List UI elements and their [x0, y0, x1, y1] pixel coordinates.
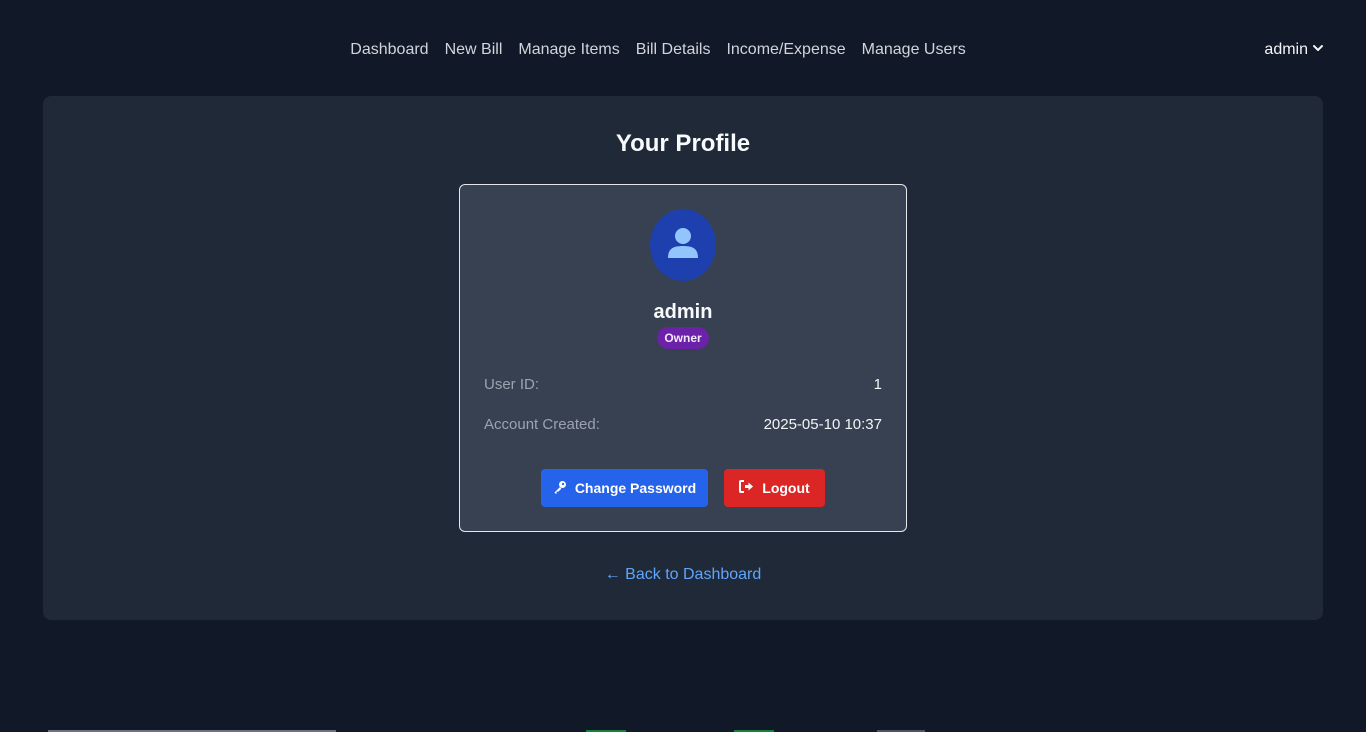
nav-link-dashboard[interactable]: Dashboard [350, 40, 428, 60]
info-label: Account Created: [484, 416, 600, 433]
user-menu-label: admin [1264, 41, 1308, 58]
change-password-button[interactable]: Change Password [541, 469, 708, 507]
sign-out-icon [739, 480, 754, 496]
logout-label: Logout [762, 480, 810, 496]
key-icon [553, 480, 567, 497]
nav-link-manage-users[interactable]: Manage Users [862, 40, 966, 60]
info-value: 2025-05-10 10:37 [763, 416, 882, 433]
user-menu-dropdown[interactable]: admin [1264, 40, 1324, 60]
nav-link-manage-items[interactable]: Manage Items [518, 40, 619, 60]
nav-links: Dashboard New Bill Manage Items Bill Det… [0, 40, 1366, 60]
nav-link-income-expense[interactable]: Income/Expense [726, 40, 845, 60]
top-navigation: Dashboard New Bill Manage Items Bill Det… [0, 0, 1366, 96]
logout-button[interactable]: Logout [724, 469, 825, 507]
nav-link-new-bill[interactable]: New Bill [445, 40, 503, 60]
role-badge: Owner [657, 327, 709, 349]
info-row-account-created: Account Created: 2025-05-10 10:37 [484, 415, 882, 435]
info-value: 1 [873, 376, 882, 393]
profile-panel: Your Profile admin Owner User ID: 1 Acco… [43, 96, 1323, 620]
profile-card: admin Owner User ID: 1 Account Created: … [459, 184, 907, 532]
info-row-user-id: User ID: 1 [484, 375, 882, 395]
info-label: User ID: [484, 376, 540, 393]
page-title: Your Profile [615, 130, 751, 157]
avatar [650, 209, 716, 281]
nav-link-bill-details[interactable]: Bill Details [636, 40, 711, 60]
chevron-down-icon [1312, 40, 1324, 60]
back-to-dashboard-link[interactable]: ← Back to Dashboard [43, 566, 1323, 584]
change-password-label: Change Password [574, 480, 697, 496]
profile-name: admin [653, 301, 713, 323]
user-icon [667, 226, 699, 265]
